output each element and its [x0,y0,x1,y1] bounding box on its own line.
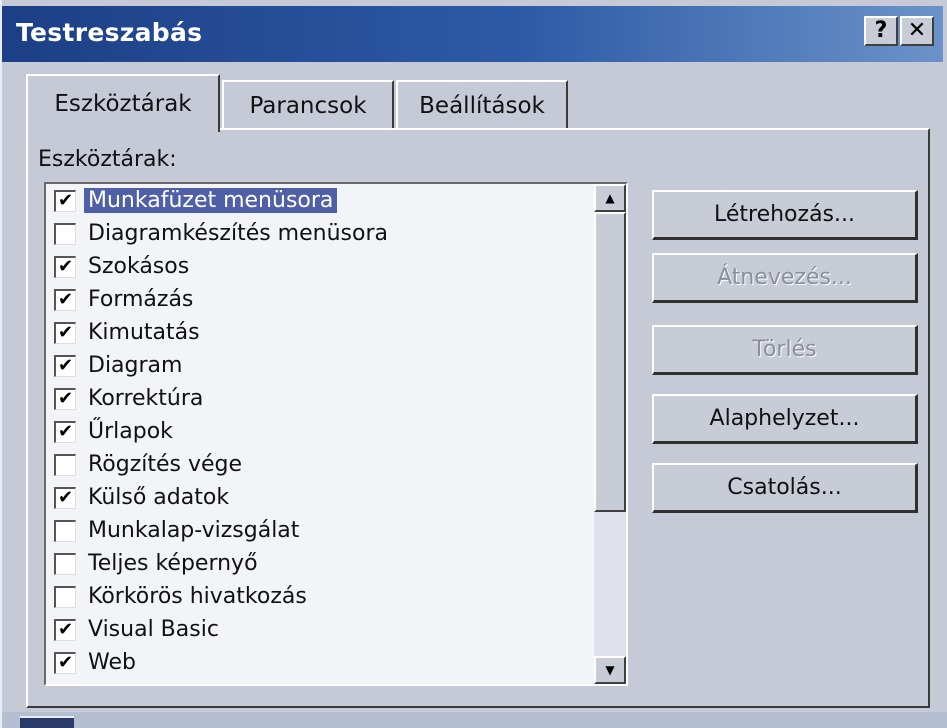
checkbox[interactable]: ✔ [54,420,76,443]
list-item-label: Munkafüzet menüsora [84,188,338,213]
triangle-down-icon: ▼ [605,663,615,677]
list-item[interactable]: Rögzítés vége [46,448,594,481]
bottom-edge [2,712,947,728]
list-item[interactable]: ✔ Web [46,646,594,679]
list-item-label: Szokásos [88,254,190,279]
checkbox[interactable]: ✔ [54,354,76,377]
toolbars-list-label: Eszköztárak: [38,147,177,172]
list-item-label: Körkörös hivatkozás [88,584,307,609]
list-item[interactable]: ✔ Szokásos [46,250,594,283]
checkbox[interactable]: ✔ [54,387,76,410]
reset-button[interactable]: Alaphelyzet... [652,394,918,444]
checkbox[interactable]: ✔ [54,321,76,344]
checkbox[interactable]: ✔ [54,651,76,674]
list-item-label: Kimutatás [88,320,200,345]
list-item[interactable]: ✔ Űrlapok [46,415,594,448]
checkbox[interactable] [54,585,76,608]
checkbox[interactable]: ✔ [54,189,76,212]
list-item[interactable]: Körkörös hivatkozás [46,580,594,613]
list-item[interactable]: ✔ Visual Basic [46,613,594,646]
list-item[interactable]: ✔ Külső adatok [46,481,594,514]
rename-button[interactable]: Átnevezés... [652,253,918,303]
list-item[interactable]: ✔ Kimutatás [46,316,594,349]
help-button[interactable]: ? [864,16,898,46]
list-item[interactable]: ✔ Korrektúra [46,382,594,415]
list-item-label: Diagramkészítés menüsora [88,221,388,246]
attach-button[interactable]: Csatolás... [652,463,918,513]
list-item[interactable]: ✔ Diagram [46,349,594,382]
scroll-down-button[interactable]: ▼ [594,656,626,684]
list-item-label: Web [88,650,136,675]
list-item[interactable]: Munkalap-vizsgálat [46,514,594,547]
list-item[interactable]: ✔ Formázás [46,283,594,316]
checkbox[interactable]: ✔ [54,255,76,278]
close-button[interactable]: ✕ [900,16,934,46]
triangle-up-icon: ▲ [605,191,615,205]
list-item-label: Diagram [88,353,183,378]
checkbox[interactable] [54,222,76,245]
checkbox[interactable] [54,552,76,575]
checkbox[interactable]: ✔ [54,288,76,311]
list-item-label: Rögzítés vége [88,452,243,477]
checkbox[interactable] [54,519,76,542]
toolbars-listbox[interactable]: ✔ Munkafüzet menüsora Diagramkészítés menü… [44,182,628,686]
list-item-label: Űrlapok [88,419,173,444]
scrollbar-thumb[interactable] [594,212,626,512]
toolbars-list-items: ✔ Munkafüzet menüsora Diagramkészítés menü… [46,184,594,679]
tab-commands[interactable]: Parancsok [222,80,394,130]
create-button[interactable]: Létrehozás... [652,190,918,240]
tab-options[interactable]: Beállítások [396,80,568,130]
list-item[interactable]: Teljes képernyő [46,547,594,580]
tab-toolbars[interactable]: Eszköztárak [26,74,220,132]
list-item-label: Munkalap-vizsgálat [88,518,300,543]
customize-dialog: Testreszabás ? ✕ Eszköztárak Parancsok B… [0,0,947,728]
checkbox[interactable] [54,453,76,476]
list-item-label: Formázás [88,287,194,312]
scroll-up-button[interactable]: ▲ [594,184,626,212]
list-item-label: Korrektúra [88,386,204,411]
checkbox[interactable]: ✔ [54,618,76,641]
list-item[interactable]: ✔ Munkafüzet menüsora [46,184,594,217]
vertical-scrollbar[interactable]: ▲ ▼ [594,184,626,684]
list-item-label: Teljes képernyő [88,551,258,576]
delete-button[interactable]: Törlés [652,325,918,375]
title-bar[interactable]: Testreszabás ? ✕ [2,6,943,62]
list-item[interactable]: Diagramkészítés menüsora [46,217,594,250]
list-item-label: Visual Basic [88,617,219,642]
bottom-button-fragment [20,716,74,728]
list-item-label: Külső adatok [88,485,230,510]
checkbox[interactable]: ✔ [54,486,76,509]
dialog-title: Testreszabás [16,18,203,47]
